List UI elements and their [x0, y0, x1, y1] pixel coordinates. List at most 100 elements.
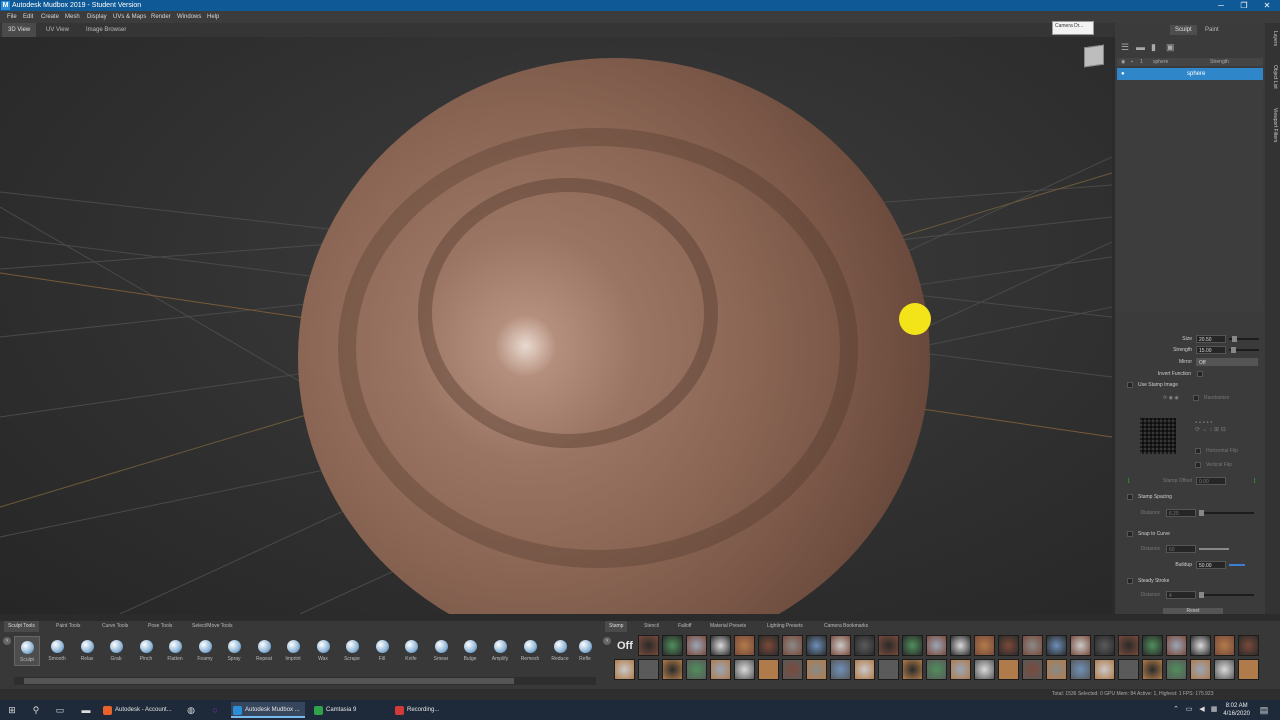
use-stamp-image-checkbox[interactable] — [1127, 382, 1133, 388]
tab-select-move-tools[interactable]: Select/Move Tools — [188, 621, 236, 632]
stamp-thumbnail[interactable] — [1070, 659, 1091, 680]
stamp-thumbnail[interactable] — [710, 635, 731, 656]
stamp-thumbnail[interactable] — [974, 635, 995, 656]
network-icon[interactable]: ▭ — [1183, 704, 1195, 716]
maximize-button[interactable]: ❐ — [1233, 0, 1255, 11]
tab-paint[interactable]: Paint — [1200, 25, 1224, 35]
layers-stack-icon[interactable]: ☰ — [1121, 42, 1132, 52]
stamp-thumbnail[interactable] — [638, 635, 659, 656]
stamp-thumbnail[interactable] — [974, 659, 995, 680]
size-slider-knob[interactable] — [1232, 336, 1237, 342]
tool-imprint[interactable]: Imprint — [280, 636, 306, 666]
tool-smooth[interactable]: Smooth — [44, 636, 70, 666]
stamp-thumbnail[interactable] — [878, 659, 899, 680]
vertical-flip-checkbox[interactable] — [1195, 462, 1201, 468]
spacing-distance-field[interactable]: 6.25 — [1166, 509, 1196, 517]
menu-create[interactable]: Create — [41, 11, 59, 23]
size-field[interactable]: 20.50 — [1196, 335, 1226, 343]
tool-flatten[interactable]: Flatten — [162, 636, 188, 666]
windows-start-icon[interactable]: ⊞ — [6, 704, 18, 716]
snap-distance-field[interactable]: 60 — [1166, 545, 1196, 553]
tab-sculpt-tools[interactable]: Sculpt Tools — [4, 621, 39, 632]
menu-uvs-maps[interactable]: UVs & Maps — [113, 11, 146, 23]
stamp-thumbnail[interactable] — [1022, 659, 1043, 680]
stamp-thumbnail[interactable] — [902, 659, 923, 680]
tool-amplify[interactable]: Amplify — [487, 636, 513, 666]
stamp-offset-field[interactable]: 0.00 — [1196, 477, 1226, 485]
taskbar-firefox[interactable]: Autodesk - Account... — [101, 702, 176, 718]
spacing-distance-slider[interactable] — [1199, 510, 1254, 516]
stamp-thumbnail[interactable] — [1022, 635, 1043, 656]
tab-image-browser[interactable]: Image Browser — [80, 23, 132, 37]
lock-icon[interactable]: ▪ — [1131, 58, 1133, 66]
stamp-thumbnail[interactable] — [1046, 635, 1067, 656]
rotate-icon[interactable]: ⟳ ◉ ◉ — [1163, 394, 1179, 402]
stamp-thumbnail[interactable] — [806, 659, 827, 680]
menu-render[interactable]: Render — [151, 11, 171, 23]
stamps-nav-arrow-icon[interactable]: › — [603, 637, 611, 645]
tool-foamy[interactable]: Foamy — [192, 636, 218, 666]
stamp-thumbnail[interactable] — [614, 659, 635, 680]
tab-paint-tools[interactable]: Paint Tools — [52, 621, 84, 632]
stamp-thumbnail[interactable] — [1142, 635, 1163, 656]
stamp-thumbnail[interactable] — [926, 635, 947, 656]
stamp-thumbnail[interactable] — [1070, 635, 1091, 656]
stamp-thumbnail[interactable] — [830, 635, 851, 656]
view-cube[interactable] — [1084, 44, 1104, 68]
tab-sculpt[interactable]: Sculpt — [1170, 25, 1197, 35]
reset-button[interactable]: Reset — [1163, 608, 1223, 614]
stamp-thumbnail[interactable] — [1190, 635, 1211, 656]
3d-viewport[interactable] — [0, 37, 1112, 614]
camera-dropdown[interactable]: Camera Dr... — [1052, 21, 1094, 35]
strength-slider[interactable] — [1229, 347, 1259, 353]
stamp-thumbnail[interactable] — [1094, 635, 1115, 656]
stamp-thumbnail[interactable] — [734, 659, 755, 680]
stamp-thumbnail[interactable] — [1214, 635, 1235, 656]
steady-stroke-checkbox[interactable] — [1127, 578, 1133, 584]
snap-to-curve-checkbox[interactable] — [1127, 531, 1133, 537]
tool-spray[interactable]: Spray — [221, 636, 247, 666]
tool-scrape[interactable]: Scrape — [339, 636, 365, 666]
stamp-thumbnail[interactable] — [686, 635, 707, 656]
tool-repeat[interactable]: Repeat — [251, 636, 277, 666]
stamp-thumbnail[interactable] — [1214, 659, 1235, 680]
side-tab-object-list[interactable]: Object List — [1267, 65, 1278, 89]
stamp-thumbnail[interactable] — [758, 635, 779, 656]
tab-stamp[interactable]: Stamp — [605, 621, 628, 632]
stamp-thumbnail[interactable] — [1046, 659, 1067, 680]
stamp-thumbnail[interactable] — [998, 659, 1019, 680]
stamp-thumbnail[interactable] — [1118, 659, 1139, 680]
tool-knife[interactable]: Knife — [398, 636, 424, 666]
stamp-thumbnail[interactable] — [734, 635, 755, 656]
stamp-thumbnail[interactable] — [686, 659, 707, 680]
tab-3d-view[interactable]: 3D View — [2, 23, 37, 37]
stamp-thumbnail[interactable] — [902, 635, 923, 656]
steady-distance-slider[interactable] — [1199, 592, 1254, 598]
tools-scrollbar-thumb[interactable] — [24, 678, 514, 684]
tab-curve-tools[interactable]: Curve Tools — [98, 621, 132, 632]
minimize-button[interactable]: ─ — [1210, 0, 1232, 11]
notifications-icon[interactable]: ▤ — [1258, 704, 1270, 716]
spacing-distance-knob[interactable] — [1199, 510, 1204, 516]
eye-icon[interactable]: ◉ — [1121, 58, 1125, 66]
stamp-thumbnail[interactable] — [950, 659, 971, 680]
file-explorer-icon[interactable]: ▬ — [80, 704, 92, 716]
tools-scrollbar[interactable] — [14, 677, 596, 685]
tab-stencil[interactable]: Stencil — [640, 621, 663, 632]
stamp-thumbnail[interactable] — [782, 659, 803, 680]
tab-lighting-presets[interactable]: Lighting Presets — [763, 621, 807, 632]
task-view-icon[interactable]: ▭ — [54, 704, 66, 716]
visible-dot-icon[interactable]: ● — [1121, 68, 1125, 80]
stamp-thumbnail[interactable] — [1142, 659, 1163, 680]
menu-help[interactable]: Help — [207, 11, 219, 23]
tab-uv-view[interactable]: UV View — [40, 23, 75, 37]
side-tab-viewport-filters[interactable]: Viewport Filters — [1267, 108, 1278, 142]
tool-sculpt[interactable]: Sculpt — [14, 636, 40, 666]
stamp-thumbnail[interactable] — [710, 659, 731, 680]
stamp-thumbnail[interactable] — [878, 635, 899, 656]
tool-bulge[interactable]: Bulge — [457, 636, 483, 666]
stamp-thumbnail[interactable] — [662, 659, 683, 680]
tools-nav-arrow-icon[interactable]: › — [3, 637, 11, 645]
stamp-thumbnail[interactable] — [1118, 635, 1139, 656]
stamp-spacing-checkbox[interactable] — [1127, 494, 1133, 500]
